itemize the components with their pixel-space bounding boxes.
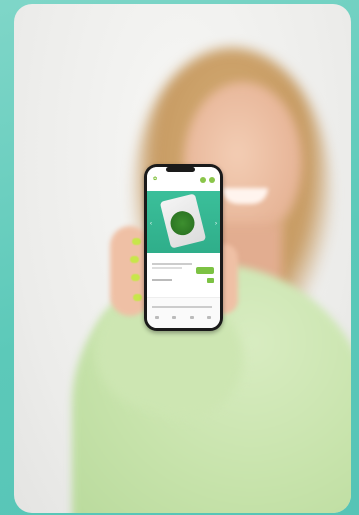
photo-card: ✿ ‹ › [14,4,351,513]
phone-notch [166,167,195,172]
smartphone: ✿ ‹ › [144,164,223,331]
nail [130,256,139,263]
chevron-left-icon[interactable]: ‹ [150,221,152,227]
app-bottom-bar [147,297,220,328]
price-line [152,279,172,281]
nail [131,274,140,281]
quantity-button[interactable] [207,278,214,283]
bottom-text-line [152,306,212,308]
product-info [147,253,220,289]
app-logo: ✿ [153,176,158,182]
product-bag-image [159,193,207,249]
nav-item[interactable] [189,316,194,319]
bottom-nav [155,316,211,319]
nav-item[interactable] [172,316,177,319]
bag-contents [167,208,198,238]
menu-icon[interactable] [209,177,215,183]
nav-item[interactable] [206,316,211,319]
chevron-right-icon[interactable]: › [215,221,217,227]
product-desc-line [152,263,192,265]
add-to-cart-button[interactable] [196,267,214,274]
cart-icon[interactable] [200,177,206,183]
nail [132,238,141,245]
nav-item[interactable] [155,316,159,319]
product-desc-line [152,267,182,269]
phone-screen: ✿ ‹ › [147,167,220,328]
nail [133,294,142,301]
product-hero: ‹ › [147,191,220,253]
